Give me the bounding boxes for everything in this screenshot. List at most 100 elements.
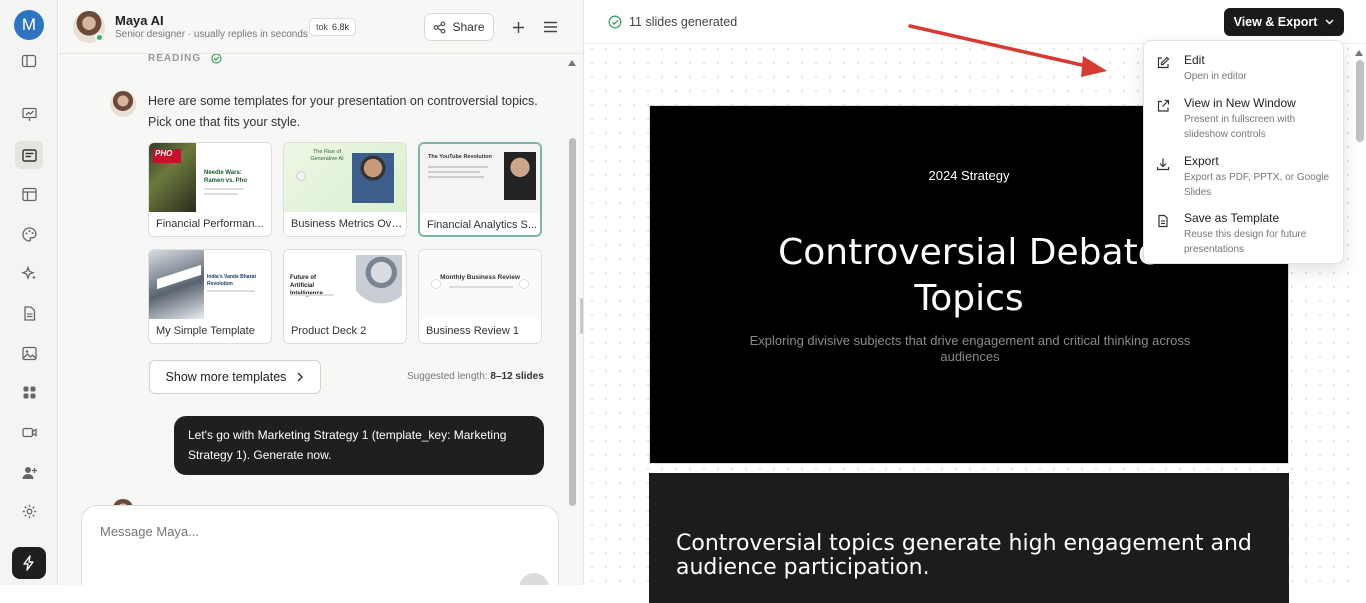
tokens-value: 6.8k xyxy=(332,22,350,32)
template-label: Business Review 1 xyxy=(426,325,519,337)
template-card-selected[interactable]: The YouTube Revolution Financial Analyti… xyxy=(418,142,542,237)
template-card[interactable]: The Rise of Generative AI Business Metri… xyxy=(283,142,407,237)
hamburger-icon xyxy=(543,21,557,33)
template-thumbnail: India's Vande Bharat Revolution xyxy=(149,250,271,319)
external-link-icon xyxy=(1157,99,1170,112)
template-label: My Simple Template xyxy=(156,325,255,337)
menu-item-edit[interactable]: Edit Open in editor xyxy=(1144,53,1343,93)
thumb-title: India's Vande Bharat Revolution xyxy=(207,274,256,287)
online-status-dot xyxy=(95,33,104,42)
document-icon xyxy=(1158,214,1168,228)
suggested-value: 8–12 slides xyxy=(490,371,544,382)
chevron-down-icon xyxy=(1325,19,1334,25)
chevron-right-icon xyxy=(297,372,304,382)
menu-item-desc: Reuse this design for future presentatio… xyxy=(1184,229,1307,255)
reading-label: READING xyxy=(148,53,202,64)
status-text: 11 slides generated xyxy=(629,15,738,29)
send-button[interactable] xyxy=(519,573,549,585)
video-icon[interactable] xyxy=(15,418,43,446)
menu-item-title: Edit xyxy=(1184,53,1205,67)
annotation-arrow xyxy=(908,24,1107,77)
sidebar-toggle-icon[interactable] xyxy=(15,47,43,75)
assistant-message: Here are some templates for your present… xyxy=(148,94,538,129)
generation-status: 11 slides generated xyxy=(608,15,737,29)
user-message: Let's go with Marketing Strategy 1 (temp… xyxy=(174,416,544,475)
template-thumbnail: The YouTube Revolution xyxy=(420,144,540,213)
template-thumbnail: Future of Artificial Intelligence xyxy=(284,250,406,319)
assistant-subtitle: Senior designer · usually replies in sec… xyxy=(115,29,308,40)
suggested-length: Suggested length: 8–12 slides xyxy=(407,371,544,382)
document-icon[interactable] xyxy=(15,299,43,327)
menu-item-export[interactable]: Export Export as PDF, PPTX, or Google Sl… xyxy=(1144,154,1343,210)
template-thumbnail: Monthly Business Review xyxy=(419,250,541,319)
template-thumbnail: PHO Needle Wars: Ramen vs. Pho xyxy=(149,143,271,212)
new-chat-button[interactable] xyxy=(505,14,531,40)
template-label: Financial Performan... xyxy=(156,218,264,230)
menu-item-desc: Present in fullscreen with slideshow con… xyxy=(1184,114,1296,140)
slide-preview-area: 2024 Strategy Controversial Debate Topic… xyxy=(585,0,1366,603)
menu-item-title: Export xyxy=(1184,154,1219,168)
slide-subtitle: Exploring divisive subjects that drive e… xyxy=(749,333,1191,364)
menu-item-save-template[interactable]: Save as Template Reuse this design for f… xyxy=(1144,211,1343,261)
thumb-title: The YouTube Revolution xyxy=(428,154,492,160)
menu-button[interactable] xyxy=(537,14,563,40)
slides-icon[interactable] xyxy=(15,141,43,169)
left-rail: M xyxy=(0,0,58,585)
settings-icon[interactable] xyxy=(15,497,43,525)
reading-status: READING xyxy=(148,53,222,64)
message-composer xyxy=(81,505,559,585)
chat-scrollbar-thumb[interactable] xyxy=(569,138,576,506)
view-export-menu: Edit Open in editor View in New Window P… xyxy=(1143,40,1344,264)
template-card[interactable]: PHO Needle Wars: Ramen vs. Pho Financial… xyxy=(148,142,272,237)
user-avatar[interactable]: M xyxy=(14,10,44,40)
share-label: Share xyxy=(452,20,485,34)
add-user-icon[interactable] xyxy=(15,458,43,486)
template-card[interactable]: Future of Artificial Intelligence Produc… xyxy=(283,249,407,344)
check-circle-icon xyxy=(211,53,222,64)
show-more-templates-button[interactable]: Show more templates xyxy=(149,360,321,394)
image-icon[interactable] xyxy=(15,339,43,367)
slide-2[interactable]: Controversial topics generate high engag… xyxy=(649,473,1289,603)
slide-body-text: Controversial topics generate high engag… xyxy=(676,531,1252,580)
thumb-tag: PHO xyxy=(153,149,181,163)
template-thumbnail: The Rise of Generative AI xyxy=(284,143,406,212)
message-input[interactable] xyxy=(100,524,520,539)
menu-item-title: View in New Window xyxy=(1184,96,1296,110)
menu-item-desc: Export as PDF, PPTX, or Google Slides xyxy=(1184,172,1330,198)
assistant-avatar xyxy=(110,91,136,117)
chat-header: Maya AI Senior designer · usually replie… xyxy=(59,0,583,54)
template-card[interactable]: Monthly Business Review Business Review … xyxy=(418,249,542,344)
apps-icon[interactable] xyxy=(15,378,43,406)
palette-icon[interactable] xyxy=(15,220,43,248)
preview-scrollbar-thumb[interactable] xyxy=(1356,60,1364,142)
view-export-button[interactable]: View & Export xyxy=(1224,8,1344,36)
panel-resize-handle[interactable] xyxy=(580,298,583,334)
chat-panel: READING Here are some templates for your… xyxy=(59,0,584,585)
check-circle-icon xyxy=(608,15,622,29)
scroll-up-icon[interactable] xyxy=(1354,49,1364,57)
template-card[interactable]: India's Vande Bharat Revolution My Simpl… xyxy=(148,249,272,344)
sparkle-icon[interactable] xyxy=(15,259,43,287)
menu-item-view-new-window[interactable]: View in New Window Present in fullscreen… xyxy=(1144,96,1343,152)
show-more-label: Show more templates xyxy=(165,370,287,384)
view-export-label: View & Export xyxy=(1233,15,1318,29)
plus-icon xyxy=(512,21,524,33)
bolt-icon[interactable] xyxy=(12,547,46,579)
menu-item-title: Save as Template xyxy=(1184,211,1280,225)
layout-icon[interactable] xyxy=(15,180,43,208)
download-icon xyxy=(1156,158,1170,171)
presentation-icon[interactable] xyxy=(15,100,43,128)
suggested-prefix: Suggested length: xyxy=(407,371,488,382)
share-icon xyxy=(434,20,446,34)
share-button[interactable]: Share xyxy=(424,13,494,41)
menu-item-desc: Open in editor xyxy=(1184,71,1247,82)
template-label: Financial Analytics S... xyxy=(427,219,538,231)
thumb-title: Needle Wars: Ramen vs. Pho xyxy=(204,170,248,184)
token-count-badge: tok 6.8k xyxy=(309,18,357,36)
slide-title-line: Topics xyxy=(914,278,1024,319)
template-label: Business Metrics Ove... xyxy=(291,218,403,230)
thumb-title: The Rise of Generative AI xyxy=(310,149,344,162)
tokens-label: tok xyxy=(316,22,329,32)
edit-icon xyxy=(1157,56,1170,69)
scroll-up-icon[interactable] xyxy=(567,59,577,67)
